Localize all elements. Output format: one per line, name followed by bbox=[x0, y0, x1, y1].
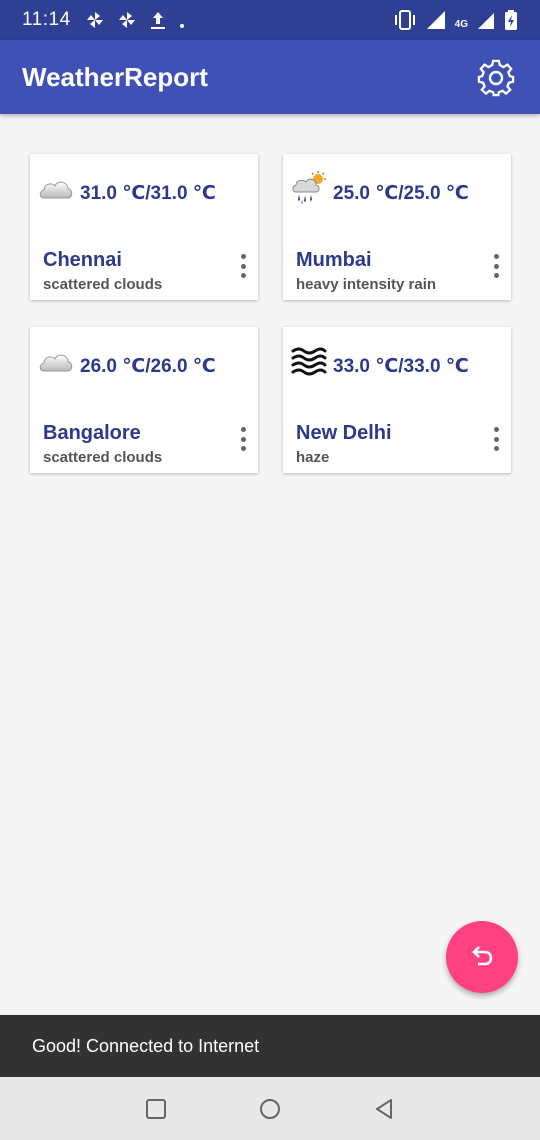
card-temperature: 31.0 ℃/31.0 ℃ bbox=[80, 183, 216, 204]
more-options-icon[interactable] bbox=[236, 254, 250, 278]
city-card-mumbai[interactable]: 25.0 ℃/25.0 ℃ Mumbai heavy intensity rai… bbox=[283, 154, 511, 300]
city-card-new-delhi[interactable]: 33.0 ℃/33.0 ℃ New Delhi haze bbox=[283, 327, 511, 473]
card-temperature: 26.0 ℃/26.0 ℃ bbox=[80, 356, 216, 377]
more-options-icon[interactable] bbox=[489, 254, 503, 278]
city-card-chennai[interactable]: 31.0 ℃/31.0 ℃ Chennai scattered clouds bbox=[30, 154, 258, 300]
cloud-icon bbox=[39, 354, 73, 372]
status-notification-icons bbox=[85, 10, 185, 30]
signal-icon bbox=[478, 13, 494, 29]
card-city-name: Chennai bbox=[43, 249, 122, 271]
undo-fab-button[interactable] bbox=[446, 921, 518, 993]
pinwheel-icon bbox=[86, 12, 103, 28]
status-bar: 11:14 4G bbox=[0, 0, 540, 40]
cloud-icon bbox=[39, 181, 73, 199]
system-nav-bar bbox=[0, 1077, 540, 1140]
city-card-bangalore[interactable]: 26.0 ℃/26.0 ℃ Bangalore scattered clouds bbox=[30, 327, 258, 473]
card-temperature: 25.0 ℃/25.0 ℃ bbox=[333, 183, 469, 204]
app-title: WeatherReport bbox=[22, 61, 208, 92]
card-temperature: 33.0 ℃/33.0 ℃ bbox=[333, 356, 469, 377]
snackbar-message: Good! Connected to Internet bbox=[32, 1035, 260, 1056]
network-type: 4G bbox=[454, 19, 468, 30]
snackbar: Good! Connected to Internet bbox=[0, 1015, 540, 1077]
upload-icon bbox=[150, 12, 165, 29]
recents-icon[interactable] bbox=[144, 1097, 168, 1121]
pinwheel-icon bbox=[118, 12, 135, 28]
card-city-name: Bangalore bbox=[43, 422, 141, 444]
card-weather-description: scattered clouds bbox=[43, 449, 163, 466]
status-time: 11:14 bbox=[22, 9, 71, 30]
more-options-icon[interactable] bbox=[236, 427, 250, 451]
status-system-icons: 4G bbox=[393, 9, 518, 31]
rain-sun-icon bbox=[292, 171, 326, 204]
home-icon[interactable] bbox=[258, 1097, 282, 1121]
settings-button[interactable] bbox=[474, 55, 518, 99]
more-options-icon[interactable] bbox=[489, 427, 503, 451]
card-weather-description: haze bbox=[296, 449, 330, 466]
gear-icon bbox=[477, 59, 515, 97]
vibrate-icon bbox=[394, 10, 415, 30]
card-weather-description: heavy intensity rain bbox=[296, 276, 437, 293]
undo-icon bbox=[472, 946, 493, 966]
app-bar: WeatherReport bbox=[0, 40, 540, 114]
card-city-name: New Delhi bbox=[296, 422, 392, 444]
card-city-name: Mumbai bbox=[296, 249, 372, 271]
signal-icon bbox=[426, 11, 445, 29]
dot-icon bbox=[179, 24, 184, 28]
haze-icon bbox=[291, 347, 327, 376]
back-icon[interactable] bbox=[372, 1097, 396, 1121]
card-weather-description: scattered clouds bbox=[43, 276, 163, 293]
battery-icon bbox=[505, 10, 517, 30]
